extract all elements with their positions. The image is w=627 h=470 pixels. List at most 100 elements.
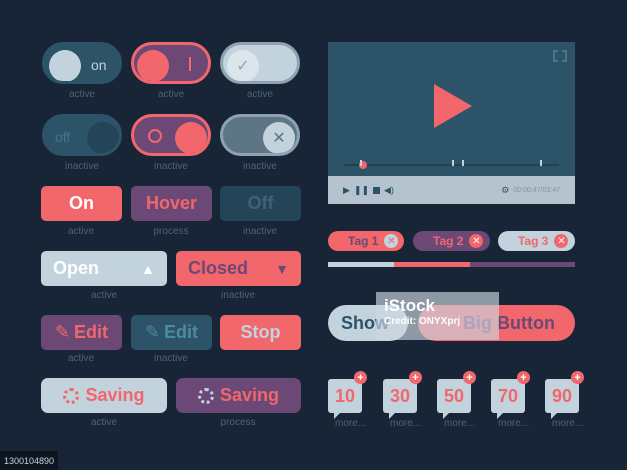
close-icon[interactable]: ✕	[384, 234, 399, 248]
watermark-credit: Credit: ONYXprj	[384, 316, 461, 327]
stock-id: 1300104890	[3, 455, 55, 466]
toggle-caption: inactive	[154, 161, 188, 172]
hover-button[interactable]: Hover	[131, 186, 212, 221]
more-link[interactable]: more...	[552, 418, 583, 429]
plus-icon[interactable]: +	[517, 371, 530, 384]
button-caption: process	[220, 417, 256, 428]
button-caption: process	[153, 226, 189, 237]
video-player[interactable]: ▶ ❚❚ ◀) ⚙ 00:00:47/03:47	[328, 42, 575, 204]
edit-label: Edit	[74, 322, 109, 342]
toggle-bar-icon	[189, 57, 191, 71]
toggle-caption: inactive	[65, 161, 99, 172]
volume-icon[interactable]: ◀)	[384, 185, 394, 196]
toggle-pink-inactive[interactable]	[131, 114, 211, 156]
toggle-knob	[137, 50, 169, 81]
close-icon[interactable]: ✕	[554, 234, 569, 248]
count-badge[interactable]: 70	[491, 379, 525, 419]
watermark-title: iStock	[384, 296, 436, 315]
edit-button-active[interactable]: ✎ Edit	[41, 315, 122, 350]
pause-icon[interactable]: ❚❚	[354, 185, 369, 196]
triangle-down-icon: ▼	[275, 260, 289, 277]
button-caption: active	[67, 353, 95, 364]
button-caption: inactive	[154, 353, 188, 364]
tag-chip[interactable]: Tag 3 ✕	[498, 231, 575, 251]
more-link[interactable]: more...	[390, 418, 421, 429]
pencil-icon: ✎	[144, 322, 161, 342]
toggle-pink-active[interactable]	[131, 42, 211, 84]
stop-icon[interactable]	[373, 186, 381, 194]
dropdown-label: Closed	[188, 258, 249, 278]
tag-label: Tag 3	[518, 234, 549, 248]
plus-icon[interactable]: +	[463, 371, 476, 384]
toggle-knob	[175, 122, 207, 153]
tag-label: Tag 1	[348, 234, 379, 248]
saving-button-active[interactable]: Saving	[41, 378, 167, 413]
toggle-knob	[87, 122, 119, 153]
off-button[interactable]: Off	[220, 186, 301, 221]
spinner-icon	[63, 387, 80, 404]
stock-id-label: 1300104890	[0, 451, 58, 470]
plus-icon[interactable]: +	[571, 371, 584, 384]
plus-icon[interactable]: +	[409, 371, 422, 384]
toggle-caption: active	[246, 89, 274, 100]
time-readout: 00:00:47/03:47	[513, 186, 560, 194]
play-icon[interactable]	[434, 84, 472, 128]
divider-bar	[470, 262, 575, 267]
check-icon: ✓	[236, 58, 250, 75]
toggle-knob: ✓	[227, 50, 259, 81]
settings-icon[interactable]: ⚙	[501, 185, 509, 196]
chapter-marker	[540, 160, 542, 166]
toggle-x-inactive[interactable]: ✕	[220, 114, 300, 156]
count-badge[interactable]: 50	[437, 379, 471, 419]
more-link[interactable]: more...	[335, 418, 366, 429]
spinner-icon	[197, 387, 214, 404]
toggle-label: off	[55, 129, 71, 145]
saving-label: Saving	[85, 385, 145, 405]
tag-chip[interactable]: Tag 2 ✕	[413, 231, 490, 251]
toggle-label: on	[91, 57, 107, 73]
stop-button[interactable]: Stop	[220, 315, 301, 350]
button-caption: inactive	[243, 226, 277, 237]
play-small-icon[interactable]: ▶	[343, 185, 350, 196]
chapter-marker	[462, 160, 464, 166]
dropdown-caption: active	[90, 290, 118, 301]
video-controls: ▶ ❚❚ ◀) ⚙ 00:00:47/03:47	[328, 176, 575, 204]
toggle-knob	[49, 50, 81, 81]
count-badge[interactable]: 30	[383, 379, 417, 419]
tag-chip[interactable]: Tag 1 ✕	[328, 231, 404, 251]
dropdown-label: Open	[53, 258, 100, 278]
close-icon[interactable]: ✕	[469, 234, 484, 248]
triangle-up-icon: ▲	[141, 260, 155, 277]
on-button[interactable]: On	[41, 186, 122, 221]
chapter-marker	[452, 160, 454, 166]
more-link[interactable]: more...	[498, 418, 529, 429]
count-badge[interactable]: 90	[545, 379, 579, 419]
button-caption: active	[90, 417, 118, 428]
divider-bar	[394, 262, 470, 267]
toggle-caption: active	[157, 89, 185, 100]
toggle-knob: ✕	[263, 122, 295, 153]
button-caption: active	[67, 226, 95, 237]
plus-icon[interactable]: +	[354, 371, 367, 384]
toggle-on-active[interactable]: on	[42, 42, 122, 84]
toggle-off-inactive[interactable]: off	[42, 114, 122, 156]
edit-label: Edit	[164, 322, 199, 342]
chapter-marker	[360, 160, 362, 166]
more-link[interactable]: more...	[444, 418, 475, 429]
dropdown-caption: inactive	[221, 290, 255, 301]
edit-button-inactive[interactable]: ✎ Edit	[131, 315, 212, 350]
toggle-check-active[interactable]: ✓	[220, 42, 300, 84]
count-badge[interactable]: 10	[328, 379, 362, 419]
saving-label: Saving	[219, 385, 280, 405]
closed-dropdown[interactable]: Closed ▼	[176, 251, 301, 286]
open-dropdown[interactable]: Open ▲	[41, 251, 167, 286]
divider-bar	[328, 262, 394, 267]
watermark: iStock Credit: ONYXprj	[376, 292, 499, 340]
tag-label: Tag 2	[433, 234, 464, 248]
toggle-caption: inactive	[243, 161, 277, 172]
circle-icon	[148, 129, 162, 143]
saving-button-process[interactable]: Saving	[176, 378, 301, 413]
pencil-icon: ✎	[54, 322, 71, 342]
toggle-caption: active	[68, 89, 96, 100]
fullscreen-icon[interactable]	[553, 50, 567, 62]
